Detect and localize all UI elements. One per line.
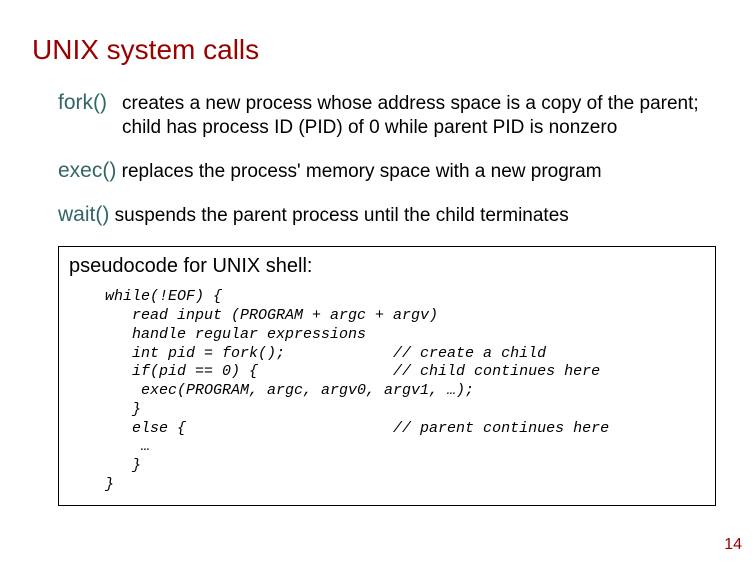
syscall-exec: exec() replaces the process' memory spac… [58,158,726,184]
syscall-desc-exec: replaces the process' memory space with … [122,161,602,182]
syscall-wait: wait() suspends the parent process until… [58,202,726,228]
syscall-name-exec: exec() [58,159,116,182]
slide-title: UNIX system calls [32,34,726,66]
syscall-desc-wait: suspends the parent process until the ch… [115,205,569,226]
slide: UNIX system calls fork() creates a new p… [0,0,756,576]
pseudocode-body: while(!EOF) { read input (PROGRAM + argc… [105,288,705,494]
pseudocode-box: pseudocode for UNIX shell: while(!EOF) {… [58,246,716,506]
page-number: 14 [724,536,742,554]
syscall-name-fork: fork() [58,90,107,116]
syscall-desc-fork: creates a new process whose address spac… [122,93,699,138]
syscall-fork: fork() creates a new process whose addre… [58,90,726,140]
syscall-name-wait: wait() [58,203,109,226]
pseudocode-title: pseudocode for UNIX shell: [69,255,705,278]
